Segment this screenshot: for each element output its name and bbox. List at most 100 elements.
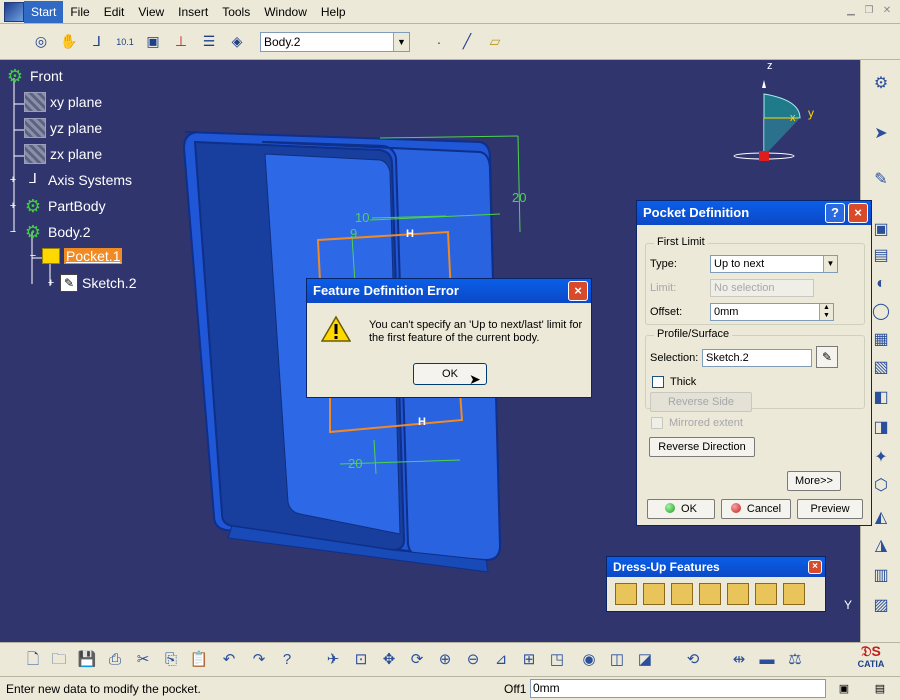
fit-all-icon[interactable]: ◎ xyxy=(30,31,52,53)
help-icon[interactable]: ? xyxy=(825,203,845,223)
measure-icon[interactable]: ⇹ xyxy=(728,649,750,671)
menu-window[interactable]: Window xyxy=(257,1,314,23)
menu-insert[interactable]: Insert xyxy=(171,1,215,23)
cube-icon[interactable]: ▣ xyxy=(142,31,164,53)
draft-icon[interactable] xyxy=(671,583,693,605)
close-surface-icon[interactable]: ◮ xyxy=(869,534,893,558)
menu-help[interactable]: Help xyxy=(314,1,353,23)
preview-button[interactable]: Preview xyxy=(797,499,863,519)
app-logo-icon[interactable] xyxy=(4,1,24,22)
shell-icon[interactable] xyxy=(699,583,721,605)
status-button2-icon[interactable]: ▤ xyxy=(870,680,890,698)
menu-edit[interactable]: Edit xyxy=(97,1,132,23)
thread-icon[interactable]: ✦ xyxy=(869,446,893,470)
spinner-icon[interactable]: ▲ ▼ xyxy=(819,304,833,320)
thick-checkbox[interactable] xyxy=(652,376,664,388)
menu-start[interactable]: Start xyxy=(24,0,64,23)
axis-icon[interactable]: ⅃ xyxy=(86,31,108,53)
tree-node-xy-plane[interactable]: xy plane xyxy=(24,92,102,112)
loft-icon[interactable]: ◨ xyxy=(869,416,893,440)
binary-icon[interactable]: 10.1 xyxy=(114,31,136,53)
shaft-icon[interactable]: ◐ xyxy=(869,272,893,296)
save-icon[interactable]: 💾 xyxy=(76,649,98,671)
cut-icon[interactable]: ✂ xyxy=(132,649,154,671)
multi-view-icon[interactable]: ⊞ xyxy=(518,649,540,671)
settings-gear-icon[interactable]: ⚙ xyxy=(869,72,893,96)
sketcher-icon[interactable]: ✎ xyxy=(869,168,893,192)
tree-node-body2[interactable]: − ⚙ Body.2 xyxy=(8,222,91,242)
rotate-icon[interactable]: ⟳ xyxy=(406,649,428,671)
remove-face-icon[interactable] xyxy=(783,583,805,605)
tree-node-yz-plane[interactable]: yz plane xyxy=(24,118,102,138)
swap-visible-icon[interactable]: ◪ xyxy=(634,649,656,671)
body-select[interactable]: Body.2 ▼ xyxy=(260,31,410,52)
chevron-down-icon[interactable]: ▼ xyxy=(823,256,837,272)
shading-icon[interactable]: ◉ xyxy=(578,649,600,671)
tree-node-partbody[interactable]: + ⚙ PartBody xyxy=(8,196,106,216)
redo-icon[interactable]: ↷ xyxy=(248,649,270,671)
selection-field[interactable]: Sketch.2 xyxy=(702,349,812,367)
status-input[interactable]: 0mm xyxy=(530,679,826,698)
close-icon[interactable]: × xyxy=(848,203,868,223)
fly-mode-icon[interactable]: ✈ xyxy=(322,649,344,671)
slot-icon[interactable]: ▧ xyxy=(869,356,893,380)
tree-node-pocket1[interactable]: − Pocket.1 xyxy=(28,248,123,264)
type-dropdown[interactable]: Up to next ▼ xyxy=(710,255,838,273)
constraint-icon[interactable]: ⊥ xyxy=(170,31,192,53)
status-button-icon[interactable]: ▣ xyxy=(834,680,854,698)
copy-icon[interactable]: ⎘ xyxy=(160,649,182,671)
fit-all-in-icon[interactable]: ⊡ xyxy=(350,649,372,671)
tree-node-front[interactable]: ⚙ Front xyxy=(4,66,63,86)
thickness-icon[interactable] xyxy=(727,583,749,605)
open-folder-icon[interactable]: 🗀 xyxy=(48,649,70,671)
menu-tools[interactable]: Tools xyxy=(215,1,257,23)
cancel-button[interactable]: Cancel xyxy=(721,499,791,519)
pad-icon[interactable]: ▣ xyxy=(869,218,893,242)
offset-field[interactable]: 0mm ▲ ▼ xyxy=(710,303,834,321)
tree-node-axis-systems[interactable]: + ⅃ Axis Systems xyxy=(8,170,132,190)
chamfer-icon[interactable] xyxy=(643,583,665,605)
dress-up-title[interactable]: Dress-Up Features × xyxy=(607,557,825,577)
pocket-tool-icon[interactable]: ▤ xyxy=(869,244,893,268)
collapse-minus-icon[interactable]: − xyxy=(8,227,18,238)
split-icon[interactable]: ⬡ xyxy=(869,474,893,498)
reverse-direction-button[interactable]: Reverse Direction xyxy=(649,437,755,457)
transform-icon[interactable]: ▨ xyxy=(869,594,893,618)
expand-plus-icon[interactable]: + xyxy=(46,278,56,289)
error-dialog-title[interactable]: Feature Definition Error × xyxy=(307,279,591,303)
chevron-down-icon[interactable]: ▼ xyxy=(393,32,409,51)
stiffener-icon[interactable]: ◧ xyxy=(869,386,893,410)
expand-plus-icon[interactable]: + xyxy=(8,201,18,212)
plane-icon[interactable]: ▱ xyxy=(484,31,506,53)
rib-icon[interactable]: ▦ xyxy=(869,328,893,352)
tree-node-sketch2[interactable]: + ✎ Sketch.2 xyxy=(46,274,136,292)
close-icon[interactable]: × xyxy=(808,560,822,574)
update-icon[interactable]: ⟲ xyxy=(682,649,704,671)
paste-icon[interactable]: 📋 xyxy=(188,649,210,671)
normal-view-icon[interactable]: ⊿ xyxy=(490,649,512,671)
point-icon[interactable]: · xyxy=(428,31,450,53)
edge-fillet-icon[interactable] xyxy=(615,583,637,605)
hole-icon[interactable]: ◯ xyxy=(869,300,893,324)
thread-icon[interactable] xyxy=(755,583,777,605)
mass-properties-icon[interactable]: ⚖ xyxy=(784,649,806,671)
line-icon[interactable]: ╱ xyxy=(456,31,478,53)
stack-icon[interactable]: ☰ xyxy=(198,31,220,53)
hide-show-icon[interactable]: ◫ xyxy=(606,649,628,671)
sketch-edit-icon[interactable]: ✎ xyxy=(816,346,838,368)
close-window-icon[interactable]: ✕ xyxy=(880,4,894,18)
undo-icon[interactable]: ↶ xyxy=(218,649,240,671)
more-button[interactable]: More>> xyxy=(787,471,841,491)
iso-view-icon[interactable]: ◳ xyxy=(546,649,568,671)
minimize-icon[interactable]: ▁ xyxy=(844,4,858,18)
restore-icon[interactable]: ❐ xyxy=(862,4,876,18)
close-icon[interactable]: × xyxy=(568,281,588,301)
select-arrow-icon[interactable]: ➤ xyxy=(869,122,893,146)
sew-surface-icon[interactable]: ▥ xyxy=(869,564,893,588)
measure-item-icon[interactable]: ▬ xyxy=(756,649,778,671)
pan-hand-icon[interactable]: ✋ xyxy=(58,31,80,53)
collapse-minus-icon[interactable]: − xyxy=(28,251,38,262)
pocket-dialog-title[interactable]: Pocket Definition ? × xyxy=(637,201,871,225)
layer-icon[interactable]: ◈ xyxy=(226,31,248,53)
thick-surface-icon[interactable]: ◭ xyxy=(869,506,893,530)
